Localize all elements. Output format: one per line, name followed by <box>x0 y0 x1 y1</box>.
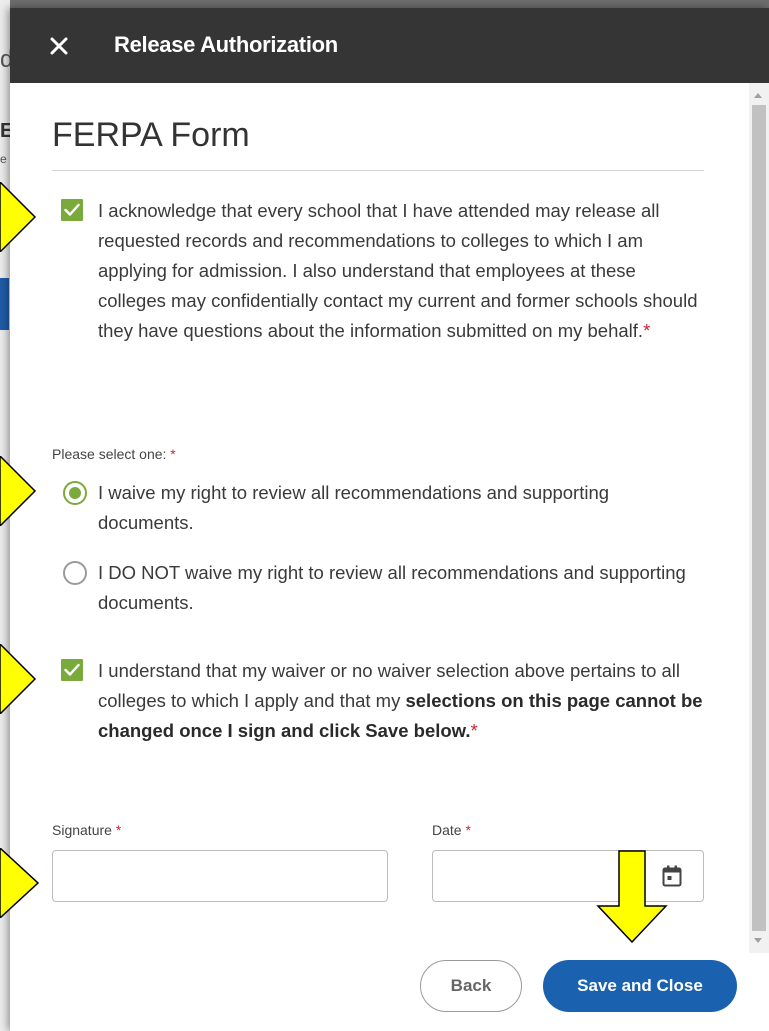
required-mark: * <box>170 446 176 462</box>
scrollbar[interactable] <box>749 83 769 953</box>
title-divider <box>52 170 704 171</box>
required-mark: * <box>470 720 478 741</box>
back-button[interactable]: Back <box>420 960 522 1012</box>
background-blue-tab <box>0 278 9 330</box>
scroll-up-arrow-icon[interactable] <box>754 93 762 98</box>
annotation-arrow-icon <box>0 456 37 526</box>
signature-label-text: Signature <box>52 822 112 838</box>
checkmark-icon <box>64 203 80 216</box>
background-fragment-small: e <box>0 152 7 166</box>
modal-header: Release Authorization <box>10 8 769 83</box>
required-mark: * <box>465 822 471 838</box>
date-label: Date * <box>432 822 471 838</box>
waiver-label-text: Please select one: <box>52 446 167 462</box>
close-icon[interactable] <box>45 32 73 60</box>
modal-title: Release Authorization <box>114 32 338 57</box>
understand-checkbox[interactable] <box>61 659 83 681</box>
acknowledge-checkbox[interactable] <box>61 199 83 221</box>
radio-do-not-waive[interactable] <box>63 561 87 585</box>
signature-label: Signature * <box>52 822 121 838</box>
signature-input[interactable] <box>52 850 388 902</box>
radio-waive-label[interactable]: I waive my right to review all recommend… <box>98 478 668 538</box>
save-and-close-button[interactable]: Save and Close <box>543 960 737 1012</box>
required-mark: * <box>643 320 651 341</box>
form-title: FERPA Form <box>52 116 250 154</box>
required-mark: * <box>115 822 122 838</box>
annotation-arrow-icon <box>0 644 37 714</box>
radio-do-not-waive-label[interactable]: I DO NOT waive my right to review all re… <box>98 558 688 618</box>
waiver-group-label: Please select one: * <box>52 446 176 462</box>
acknowledge-text: I acknowledge that every school that I h… <box>98 196 704 346</box>
date-label-text: Date <box>432 822 462 838</box>
scroll-down-arrow-icon[interactable] <box>754 938 762 943</box>
scrollbar-thumb[interactable] <box>752 105 766 931</box>
annotation-arrow-icon <box>0 848 40 918</box>
acknowledge-statement: I acknowledge that every school that I h… <box>98 200 698 341</box>
annotation-arrow-icon <box>0 182 37 252</box>
annotation-arrow-icon <box>596 850 668 944</box>
radio-waive[interactable] <box>63 481 87 505</box>
checkmark-icon <box>64 663 80 676</box>
understand-text: I understand that my waiver or no waiver… <box>98 656 708 746</box>
